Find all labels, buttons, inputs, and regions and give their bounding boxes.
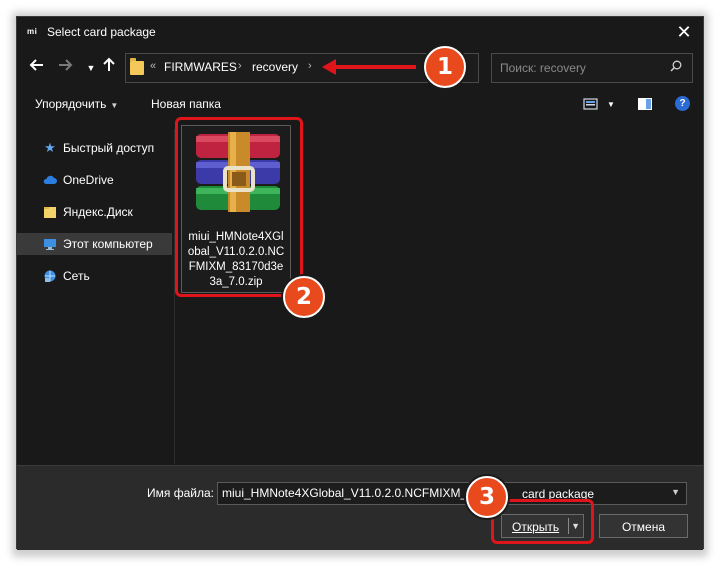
title-bar: mi Select card package ✕ xyxy=(17,17,703,47)
cloud-icon xyxy=(43,175,57,184)
navigation-pane: ★ Быстрый доступ OneDrive Яндекс.Диск Эт… xyxy=(17,129,172,464)
callout-badge-2: 2 xyxy=(283,276,325,318)
chevron-down-icon: ▼ xyxy=(671,487,680,497)
breadcrumb-recovery[interactable]: recovery xyxy=(252,60,298,74)
sidebar-item-label: OneDrive xyxy=(63,173,114,187)
organize-label: Упорядочить xyxy=(35,97,107,111)
folder-icon xyxy=(130,58,144,75)
sidebar-item-quick-access[interactable]: ★ Быстрый доступ xyxy=(17,137,172,159)
search-input[interactable]: Поиск: recovery xyxy=(500,61,586,75)
mi-app-icon: mi xyxy=(27,27,38,36)
chevron-down-icon[interactable]: ▼ xyxy=(81,57,101,79)
search-box[interactable]: Поиск: recovery xyxy=(491,53,693,83)
cancel-button[interactable]: Отмена xyxy=(599,514,688,538)
cancel-button-label: Отмена xyxy=(621,520,666,534)
close-icon[interactable]: ✕ xyxy=(673,21,695,43)
preview-pane-icon[interactable] xyxy=(637,97,653,111)
callout-badge-3: 3 xyxy=(466,476,508,518)
view-options-icon[interactable] xyxy=(583,97,599,111)
organize-menu[interactable]: Упорядочить ▼ xyxy=(35,97,118,111)
filename-label: Имя файла: xyxy=(147,486,214,500)
sidebar-item-label: Яндекс.Диск xyxy=(63,205,133,219)
sidebar-item-label: Быстрый доступ xyxy=(63,141,155,155)
filename-field[interactable]: miui_HMNote4XGlobal_V11.0.2.0.NCFMIXM_8 xyxy=(217,482,493,505)
callout-highlight-open xyxy=(491,499,594,544)
forward-arrow-icon[interactable] xyxy=(55,57,75,79)
breadcrumb-firmwares[interactable]: FIRMWARES xyxy=(164,60,237,74)
file-open-dialog: mi Select card package ✕ ▼ « FIRMWARES ›… xyxy=(16,16,704,550)
help-icon[interactable]: ? xyxy=(675,96,690,111)
sidebar-item-label: Сеть xyxy=(63,269,90,283)
sidebar-item-label: Этот компьютер xyxy=(63,237,153,251)
chevron-down-icon: ▼ xyxy=(110,101,119,110)
overflow-chevron[interactable]: « xyxy=(150,60,156,72)
sidebar-item-yandex-disk[interactable]: Яндекс.Диск xyxy=(17,201,172,223)
folder-icon xyxy=(44,207,56,218)
callout-highlight-file xyxy=(175,117,303,297)
chevron-down-icon[interactable]: ▼ xyxy=(607,100,615,109)
sidebar-item-network[interactable]: Сеть xyxy=(17,265,172,287)
callout-badge-1: 1 xyxy=(424,46,466,88)
sidebar-item-onedrive[interactable]: OneDrive xyxy=(17,169,172,191)
callout-arrow xyxy=(322,59,416,75)
new-folder-button[interactable]: Новая папка xyxy=(151,97,221,111)
dialog-title: Select card package xyxy=(47,25,156,39)
footer-panel: Имя файла: miui_HMNote4XGlobal_V11.0.2.0… xyxy=(17,465,703,550)
back-arrow-icon[interactable] xyxy=(27,57,47,79)
sidebar-item-this-pc[interactable]: Этот компьютер xyxy=(17,233,172,255)
search-icon[interactable] xyxy=(670,60,682,72)
breadcrumb-separator[interactable]: › xyxy=(238,60,242,72)
breadcrumb-separator[interactable]: › xyxy=(308,60,312,72)
up-arrow-icon[interactable] xyxy=(99,57,119,79)
computer-icon xyxy=(44,239,56,250)
star-icon: ★ xyxy=(44,140,56,155)
network-icon xyxy=(44,270,56,282)
